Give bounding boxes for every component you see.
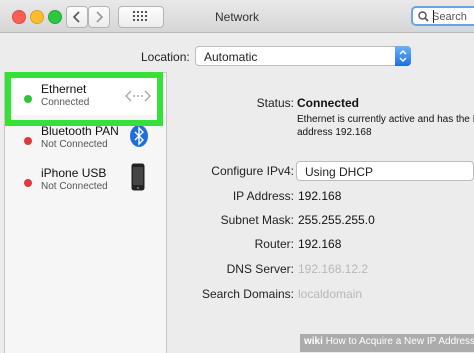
service-name: iPhone USB (41, 166, 107, 180)
subnet-mask-label: Subnet Mask: (220, 213, 294, 227)
bluetooth-icon (130, 125, 148, 147)
ip-address-value: 192.168 (298, 189, 342, 203)
status-description-line1: Ethernet is currently active and has the… (297, 114, 474, 125)
subnet-mask-value: 255.255.255.0 (298, 213, 375, 227)
service-status: Not Connected (41, 139, 108, 150)
search-domains-label: Search Domains: (201, 287, 294, 301)
router-value: 192.168 (298, 237, 342, 251)
updown-arrows-icon (395, 46, 411, 66)
status-dot-icon (24, 179, 32, 187)
location-value: Automatic (204, 50, 258, 64)
location-label: Location: (141, 50, 190, 64)
ethernet-highlight-box (5, 72, 163, 126)
dns-server-label: DNS Server: (226, 262, 294, 276)
watermark-banner: wiki How to Acquire a New IP Address (300, 334, 474, 352)
service-name: Bluetooth PAN (41, 124, 119, 138)
router-label: Router: (254, 237, 294, 251)
location-select[interactable]: Automatic (195, 46, 411, 66)
window-title: Network (214, 10, 259, 24)
search-icon (418, 11, 429, 22)
dns-server-value: 192.168.12.2 (298, 262, 369, 276)
search-input[interactable]: Search (411, 6, 474, 26)
configure-ipv4-value: Using DHCP (305, 165, 374, 179)
status-description-line2: address 192.168 (297, 127, 372, 138)
ip-address-label: IP Address: (232, 189, 294, 203)
configure-ipv4-label: Configure IPv4: (211, 164, 294, 178)
configure-ipv4-select[interactable]: Using DHCP (296, 161, 474, 181)
service-status: Not Connected (41, 181, 108, 192)
text-cursor (433, 10, 434, 23)
iphone-icon (131, 163, 145, 191)
watermark-brand: wiki (304, 336, 323, 347)
search-placeholder: Search (432, 11, 467, 23)
status-dot-icon (24, 137, 32, 145)
search-domains-value: localdomain (298, 287, 363, 301)
service-item-iphone-usb[interactable]: iPhone USB Not Connected (5, 157, 166, 199)
status-value: Connected (297, 96, 360, 110)
status-label: Status: (256, 96, 294, 110)
watermark-text: How to Acquire a New IP Address (325, 336, 474, 347)
